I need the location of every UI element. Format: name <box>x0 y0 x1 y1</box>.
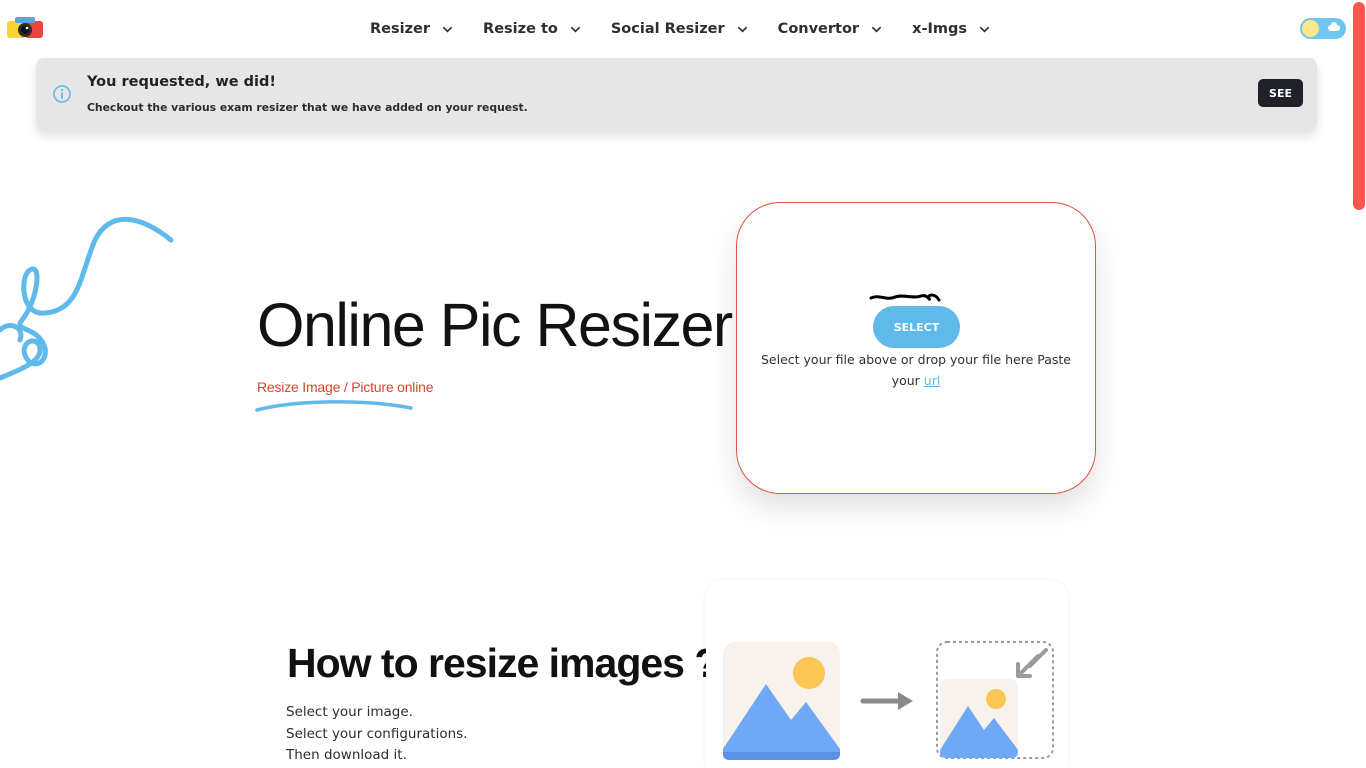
upload-dropzone[interactable]: SELECT Select your file above or drop yo… <box>736 202 1096 494</box>
scribble-mark <box>869 293 941 302</box>
nav-x-imgs-label: x-Imgs <box>912 21 967 37</box>
chevron-down-icon <box>737 26 747 33</box>
nav-resize-to-label: Resize to <box>483 21 558 37</box>
small-image-icon <box>936 641 1054 759</box>
info-banner: You requested, we did! Checkout the vari… <box>36 58 1317 130</box>
scrollbar-thumb[interactable] <box>1353 2 1365 210</box>
decorative-underline <box>255 400 413 412</box>
how-to-title: How to resize images ? <box>287 640 719 686</box>
see-button[interactable]: SEE <box>1258 79 1303 107</box>
nav-resizer-label: Resizer <box>370 21 431 37</box>
cloud-icon <box>1328 22 1340 31</box>
upload-instructions-text: Select your file above or drop your file… <box>760 352 1072 388</box>
nav-social-resizer-label: Social Resizer <box>610 21 725 37</box>
theme-toggle[interactable] <box>1300 18 1346 39</box>
nav-x-imgs[interactable]: x-Imgs <box>912 18 990 40</box>
main-menu: Resizer Resize to Social Resizer Convert… <box>0 18 1352 40</box>
arrow-right-icon <box>860 692 913 710</box>
upload-instructions: Select your file above or drop your file… <box>757 349 1075 391</box>
nav-convertor-label: Convertor <box>777 21 860 37</box>
how-to-steps: Select your image. Select your configura… <box>286 702 467 767</box>
page-scrollbar[interactable] <box>1352 0 1366 768</box>
how-step: Then download it. <box>286 747 407 763</box>
nav-resizer[interactable]: Resizer <box>370 18 453 40</box>
how-step: Select your configurations. <box>286 725 468 742</box>
page-subtitle: Resize Image / Picture online <box>257 379 434 395</box>
how-step: Select your image. <box>286 704 413 720</box>
top-navigation: Resizer Resize to Social Resizer Convert… <box>0 0 1352 58</box>
large-image-icon <box>723 642 840 760</box>
chevron-down-icon <box>443 26 453 33</box>
resize-illustration-card <box>706 580 1068 768</box>
resize-illustration <box>723 641 1054 760</box>
page-title: Online Pic Resizer <box>257 291 733 359</box>
chevron-down-icon <box>570 26 580 33</box>
sun-icon <box>1302 20 1319 37</box>
info-icon <box>53 85 71 103</box>
chevron-down-icon <box>979 26 989 33</box>
select-file-button[interactable]: SELECT <box>873 306 960 348</box>
decorative-squiggle <box>0 216 174 381</box>
chevron-down-icon <box>872 26 882 33</box>
paste-url-link[interactable]: url <box>924 373 941 388</box>
nav-resize-to[interactable]: Resize to <box>483 18 581 40</box>
banner-text: Checkout the various exam resizer that w… <box>87 101 528 114</box>
nav-convertor[interactable]: Convertor <box>778 18 882 40</box>
nav-social-resizer[interactable]: Social Resizer <box>611 18 748 40</box>
banner-title: You requested, we did! <box>87 74 276 90</box>
